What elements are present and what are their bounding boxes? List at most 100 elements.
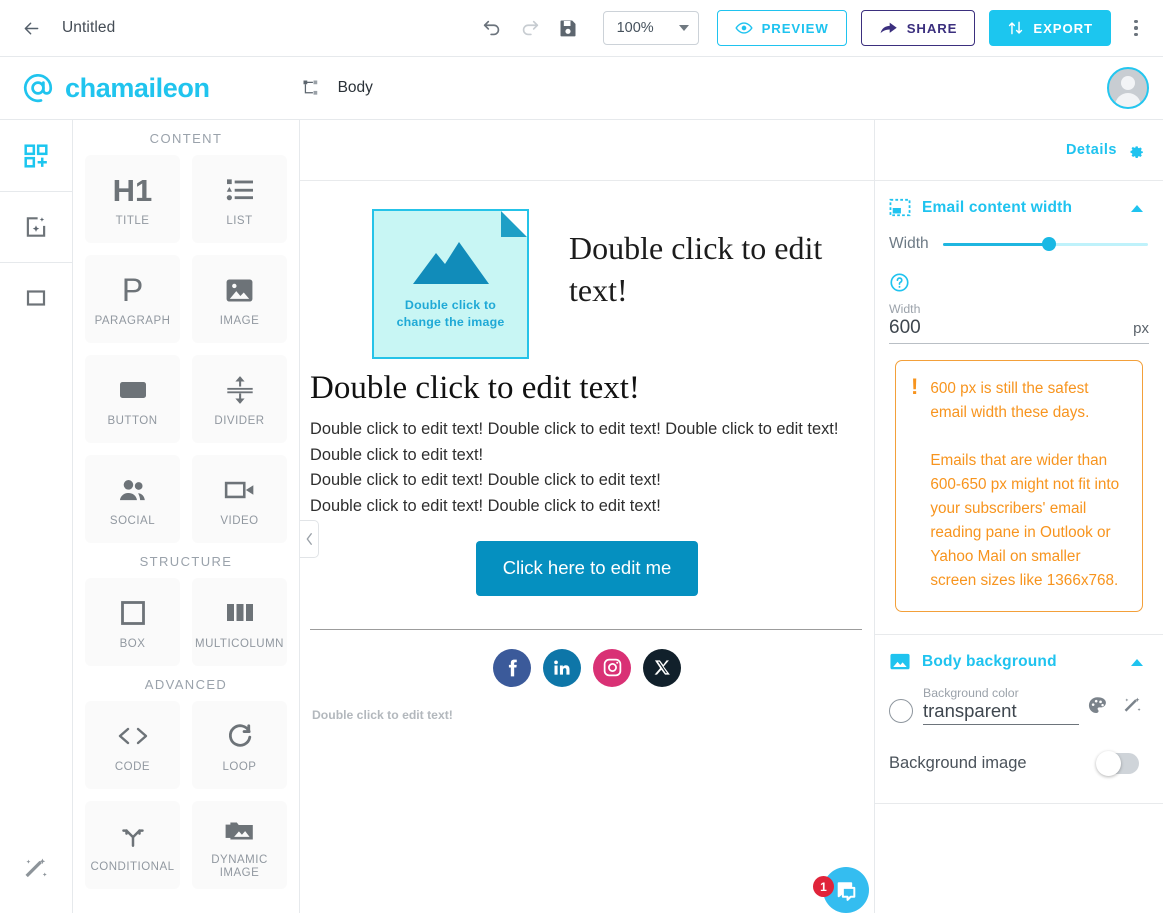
details-bar[interactable]: Details <box>875 120 1163 181</box>
block-video[interactable]: VIDEO <box>192 455 287 543</box>
x-twitter-icon[interactable] <box>643 648 681 687</box>
width-unit: px <box>1133 320 1149 337</box>
block-box[interactable]: BOX <box>85 578 180 666</box>
block-multicolumn[interactable]: MULTICOLUMN <box>192 578 287 666</box>
block-divider[interactable]: DIVIDER <box>192 355 287 443</box>
background-image-toggle[interactable] <box>1096 751 1139 776</box>
email-paragraph[interactable]: Double click to edit text! Double click … <box>300 411 874 519</box>
color-swatch[interactable] <box>889 699 913 723</box>
block-conditional[interactable]: CONDITIONAL <box>85 801 180 889</box>
preview-button[interactable]: PREVIEW <box>716 10 847 46</box>
cta-button[interactable]: Click here to edit me <box>475 541 699 596</box>
list-icon <box>225 170 255 210</box>
background-color-field[interactable]: Background color <box>923 686 1079 725</box>
caption-line-1: Double click to <box>404 297 497 312</box>
canvas-top-spacer <box>300 120 874 181</box>
block-paragraph[interactable]: P PARAGRAPH <box>85 255 180 343</box>
background-color-row: Background color <box>887 684 1151 725</box>
slider-thumb[interactable] <box>1042 237 1057 251</box>
instagram-icon[interactable] <box>593 648 631 687</box>
block-social[interactable]: SOCIAL <box>85 455 180 543</box>
zoom-level-select[interactable]: 100% <box>602 11 699 45</box>
width-slider[interactable] <box>942 234 1148 254</box>
eye-icon <box>734 22 753 34</box>
block-label: MULTICOLUMN <box>195 638 284 650</box>
email-body[interactable]: Double click to change the image Double … <box>300 181 874 722</box>
block-label: LIST <box>226 215 253 227</box>
caption-line-2: change the image <box>396 314 505 329</box>
undo-icon[interactable] <box>473 9 511 47</box>
avatar[interactable] <box>1107 67 1149 109</box>
warning-paragraph: 600 px is still the safest email width t… <box>930 380 1090 421</box>
section-label-content: CONTENT <box>149 131 223 146</box>
background-color-input[interactable] <box>923 700 1079 722</box>
linkedin-icon[interactable] <box>543 648 581 687</box>
mountain-image-icon <box>412 238 490 291</box>
block-code[interactable]: CODE <box>85 701 180 789</box>
email-content-width-header[interactable]: Email content width <box>887 181 1151 230</box>
width-slider-label: Width <box>889 235 929 252</box>
email-canvas: Double click to change the image Double … <box>300 120 875 913</box>
block-image[interactable]: IMAGE <box>192 255 287 343</box>
block-button[interactable]: BUTTON <box>85 355 180 443</box>
gear-icon[interactable] <box>1126 141 1145 160</box>
breadcrumb[interactable]: Body <box>301 78 373 98</box>
width-input[interactable] <box>889 316 1134 340</box>
content-width-icon <box>889 198 911 217</box>
chat-widget[interactable]: 1 <box>813 863 875 913</box>
block-dynamic-image[interactable]: DYNAMIC IMAGE <box>192 801 287 889</box>
background-image-label: Background image <box>889 754 1027 772</box>
brand-bar: chamaileon Body <box>0 57 1163 120</box>
folded-corner <box>501 211 527 237</box>
email-footer-note[interactable]: Double click to edit text! <box>300 687 874 722</box>
block-list[interactable]: LIST <box>192 155 287 243</box>
width-field[interactable]: Width px <box>889 302 1149 344</box>
avatar-head <box>1121 76 1135 90</box>
export-updown-icon <box>1009 21 1023 35</box>
email-heading[interactable]: Double click to edit text! <box>300 359 874 411</box>
redo-icon[interactable] <box>511 9 549 47</box>
paragraph-line: Double click to edit text! Double click … <box>310 420 839 464</box>
save-disk-icon[interactable] <box>549 9 587 47</box>
export-button[interactable]: EXPORT <box>989 10 1111 46</box>
chevron-up-icon[interactable] <box>1131 658 1143 666</box>
kebab-menu-icon[interactable] <box>1123 11 1149 45</box>
multicolumn-icon <box>225 593 255 633</box>
color-palette-icon[interactable] <box>1087 695 1108 721</box>
block-loop[interactable]: LOOP <box>192 701 287 789</box>
blocks-panel: CONTENT H1 TITLE LIST P PARAGRAPH IMAGE … <box>73 120 300 913</box>
rail-magic-wand[interactable] <box>0 855 72 883</box>
cta-row: Click here to edit me <box>300 519 874 596</box>
toggle-knob <box>1096 751 1121 776</box>
chevron-left-icon <box>306 533 312 545</box>
facebook-icon[interactable] <box>493 648 531 687</box>
rail-item-ai-template[interactable] <box>0 191 72 262</box>
warning-text: 600 px is still the safest email width t… <box>930 377 1128 593</box>
main-area: CONTENT H1 TITLE LIST P PARAGRAPH IMAGE … <box>0 120 1163 913</box>
hero-title[interactable]: Double click to edit text! <box>539 209 860 311</box>
block-title[interactable]: H1 TITLE <box>85 155 180 243</box>
back-arrow-icon[interactable] <box>16 13 46 43</box>
breadcrumb-label: Body <box>337 79 373 96</box>
background-color-label: Background color <box>923 686 1019 700</box>
share-button[interactable]: SHARE <box>860 10 976 46</box>
preview-label: PREVIEW <box>761 20 829 36</box>
structure-icon <box>26 290 46 306</box>
brand-logo[interactable]: chamaileon <box>20 70 210 106</box>
block-label: CODE <box>114 761 151 773</box>
body-background-header[interactable]: Body background <box>887 635 1151 684</box>
slider-fill <box>942 243 1050 246</box>
image-placeholder[interactable]: Double click to change the image <box>372 209 529 359</box>
rail-item-blocks[interactable] <box>0 120 72 191</box>
question-circle-icon[interactable] <box>889 272 1151 298</box>
width-field-label: Width <box>889 302 921 316</box>
magic-wand-icon[interactable] <box>1122 695 1143 721</box>
at-sign-icon <box>23 73 53 103</box>
rail-item-structure[interactable] <box>0 262 72 333</box>
chevron-up-icon[interactable] <box>1131 204 1143 212</box>
box-square-icon <box>119 593 147 633</box>
document-title[interactable]: Untitled <box>62 19 115 37</box>
canvas-collapse-toggle[interactable] <box>300 520 319 558</box>
video-camera-icon <box>224 470 256 510</box>
width-slider-row: Width <box>887 230 1151 254</box>
